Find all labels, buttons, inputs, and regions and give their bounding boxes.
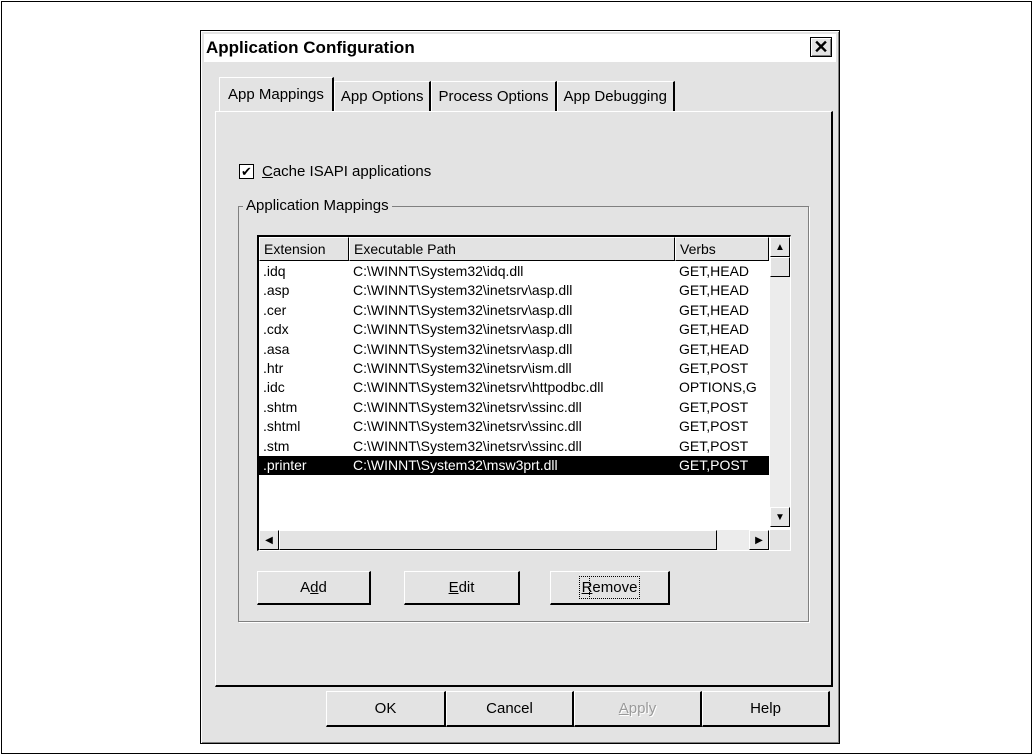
- add-button[interactable]: Add: [257, 571, 371, 605]
- ok-button-label: OK: [374, 700, 397, 717]
- scroll-down-button[interactable]: ▼: [770, 507, 790, 527]
- verbs-cell: GET,HEAD: [679, 301, 750, 318]
- cancel-button-label: Cancel: [486, 700, 533, 717]
- verbs-cell: OPTIONS,G: [679, 379, 757, 396]
- scroll-down-icon: ▼: [775, 511, 785, 523]
- remove-button[interactable]: Remove: [550, 571, 670, 605]
- column-header-extension[interactable]: Extension: [259, 237, 349, 261]
- verbs-cell: GET,HEAD: [679, 263, 750, 279]
- extension-cell: .asa: [263, 340, 290, 357]
- table-row[interactable]: .cdx C:\WINNT\System32\inetsrv\asp.dll GET…: [259, 320, 769, 339]
- executable-path-cell: C:\WINNT\System32\inetsrv\asp.dll: [353, 321, 573, 338]
- remove-button-label: Remove: [578, 576, 641, 599]
- title-bar[interactable]: Application Configuration ✕: [204, 34, 836, 62]
- extension-cell: .stm: [263, 437, 290, 454]
- scroll-left-button[interactable]: ◀: [259, 530, 279, 550]
- ok-button[interactable]: OK: [326, 691, 446, 727]
- table-row[interactable]: .asa C:\WINNT\System32\inetsrv\asp.dll GET…: [259, 340, 769, 359]
- table-row[interactable]: .shtml C:\WINNT\System32\inetsrv\ssinc.dl…: [259, 417, 769, 436]
- close-icon: ✕: [813, 37, 829, 57]
- extension-cell: .cer: [263, 301, 287, 318]
- edit-button[interactable]: Edit: [404, 571, 520, 605]
- verbs-cell: GET,HEAD: [679, 340, 750, 357]
- table-row[interactable]: .cer C:\WINNT\System32\inetsrv\asp.dll GET…: [259, 301, 769, 320]
- list-header: Extension Executable Path Verbs: [259, 237, 769, 261]
- table-row[interactable]: .idc C:\WINNT\System32\inetsrv\httpodbc.d…: [259, 378, 769, 397]
- help-button-label: Help: [750, 700, 781, 717]
- tab-app-debugging[interactable]: App Debugging: [556, 81, 675, 111]
- extension-cell: .printer: [263, 456, 307, 473]
- executable-path-cell: C:\WINNT\System32\msw3prt.dll: [353, 456, 558, 473]
- checkmark-icon: ✔: [241, 164, 252, 179]
- scroll-right-icon: ▶: [755, 534, 763, 546]
- help-button[interactable]: Help: [702, 691, 830, 727]
- tab-app-mappings[interactable]: App Mappings: [219, 77, 334, 111]
- table-row[interactable]: .stm C:\WINNT\System32\inetsrv\ssinc.dll G…: [259, 437, 769, 456]
- extension-cell: .idc: [263, 379, 285, 396]
- verbs-cell: GET,POST: [679, 456, 749, 473]
- executable-path-cell: C:\WINNT\System32\inetsrv\ssinc.dll: [353, 418, 582, 435]
- close-button[interactable]: ✕: [810, 37, 832, 57]
- executable-path-cell: C:\WINNT\System32\idq.dll: [353, 263, 524, 279]
- table-row[interactable]: .asp C:\WINNT\System32\inetsrv\asp.dll GET…: [259, 281, 769, 300]
- verbs-cell: GET,POST: [679, 359, 749, 376]
- apply-button[interactable]: Apply: [574, 691, 702, 727]
- cancel-button[interactable]: Cancel: [446, 691, 574, 727]
- vertical-scrollbar[interactable]: ▲ ▼: [770, 237, 790, 527]
- cache-isapi-label: Cache ISAPI applications: [262, 163, 432, 180]
- apply-button-label: Apply: [618, 700, 657, 717]
- app-mappings-panel: ✔ Cache ISAPI applications Application M…: [215, 111, 833, 687]
- column-header-verbs[interactable]: Verbs: [675, 237, 769, 261]
- table-row[interactable]: .idq C:\WINNT\System32\idq.dll GET,HEAD: [259, 262, 769, 281]
- list-rows: .idq C:\WINNT\System32\idq.dll GET,HEAD .as…: [259, 262, 769, 476]
- verbs-cell: GET,POST: [679, 418, 749, 435]
- tab-app-options[interactable]: App Options: [333, 81, 432, 111]
- table-row[interactable]: .shtm C:\WINNT\System32\inetsrv\ssinc.dll…: [259, 398, 769, 417]
- executable-path-cell: C:\WINNT\System32\inetsrv\httpodbc.dll: [353, 379, 604, 396]
- application-mappings-group: Application Mappings Extension Executabl…: [238, 197, 809, 622]
- extension-cell: .asp: [263, 282, 290, 299]
- verbs-cell: GET,POST: [679, 398, 749, 415]
- mappings-list[interactable]: Extension Executable Path Verbs .idq C:\W…: [257, 235, 791, 551]
- edit-button-label: Edit: [448, 579, 475, 596]
- table-row[interactable]: .printer C:\WINNT\System32\msw3prt.dll GET…: [259, 455, 769, 476]
- scroll-up-icon: ▲: [775, 241, 785, 253]
- extension-cell: .shtml: [263, 418, 301, 435]
- verbs-cell: GET,HEAD: [679, 321, 750, 338]
- executable-path-cell: C:\WINNT\System32\inetsrv\asp.dll: [353, 301, 573, 318]
- scrollbar-corner: [770, 530, 790, 550]
- application-configuration-dialog: Application Configuration ✕ App Mappings…: [200, 30, 840, 744]
- scroll-right-button[interactable]: ▶: [749, 530, 769, 550]
- executable-path-cell: C:\WINNT\System32\inetsrv\ssinc.dll: [353, 398, 582, 415]
- extension-cell: .shtm: [263, 398, 298, 415]
- cache-isapi-checkbox-row[interactable]: ✔ Cache ISAPI applications: [239, 163, 431, 180]
- window-title: Application Configuration: [206, 38, 415, 57]
- group-label: Application Mappings: [243, 197, 392, 214]
- executable-path-cell: C:\WINNT\System32\inetsrv\asp.dll: [353, 282, 573, 299]
- extension-cell: .cdx: [263, 321, 289, 338]
- add-button-label: Add: [300, 579, 327, 596]
- executable-path-cell: C:\WINNT\System32\inetsrv\ssinc.dll: [353, 437, 582, 454]
- table-row[interactable]: .htr C:\WINNT\System32\inetsrv\ism.dll GET…: [259, 359, 769, 378]
- horizontal-scroll-thumb[interactable]: [279, 530, 717, 550]
- executable-path-cell: C:\WINNT\System32\inetsrv\asp.dll: [353, 340, 573, 357]
- cache-isapi-checkbox[interactable]: ✔: [239, 164, 254, 179]
- tab-strip: App Mappings App Options Process Options…: [219, 77, 675, 111]
- executable-path-cell: C:\WINNT\System32\inetsrv\ism.dll: [353, 359, 572, 376]
- vertical-scroll-thumb[interactable]: [770, 257, 790, 277]
- verbs-cell: GET,POST: [679, 437, 749, 454]
- horizontal-scrollbar[interactable]: ◀ ▶: [259, 530, 769, 550]
- extension-cell: .htr: [263, 359, 284, 376]
- scroll-up-button[interactable]: ▲: [770, 237, 790, 257]
- column-header-executable-path[interactable]: Executable Path: [349, 237, 675, 261]
- page-frame: Application Configuration ✕ App Mappings…: [1, 1, 1032, 754]
- scroll-left-icon: ◀: [265, 534, 273, 546]
- tab-process-options[interactable]: Process Options: [431, 81, 557, 111]
- extension-cell: .idq: [263, 263, 286, 279]
- verbs-cell: GET,HEAD: [679, 282, 750, 299]
